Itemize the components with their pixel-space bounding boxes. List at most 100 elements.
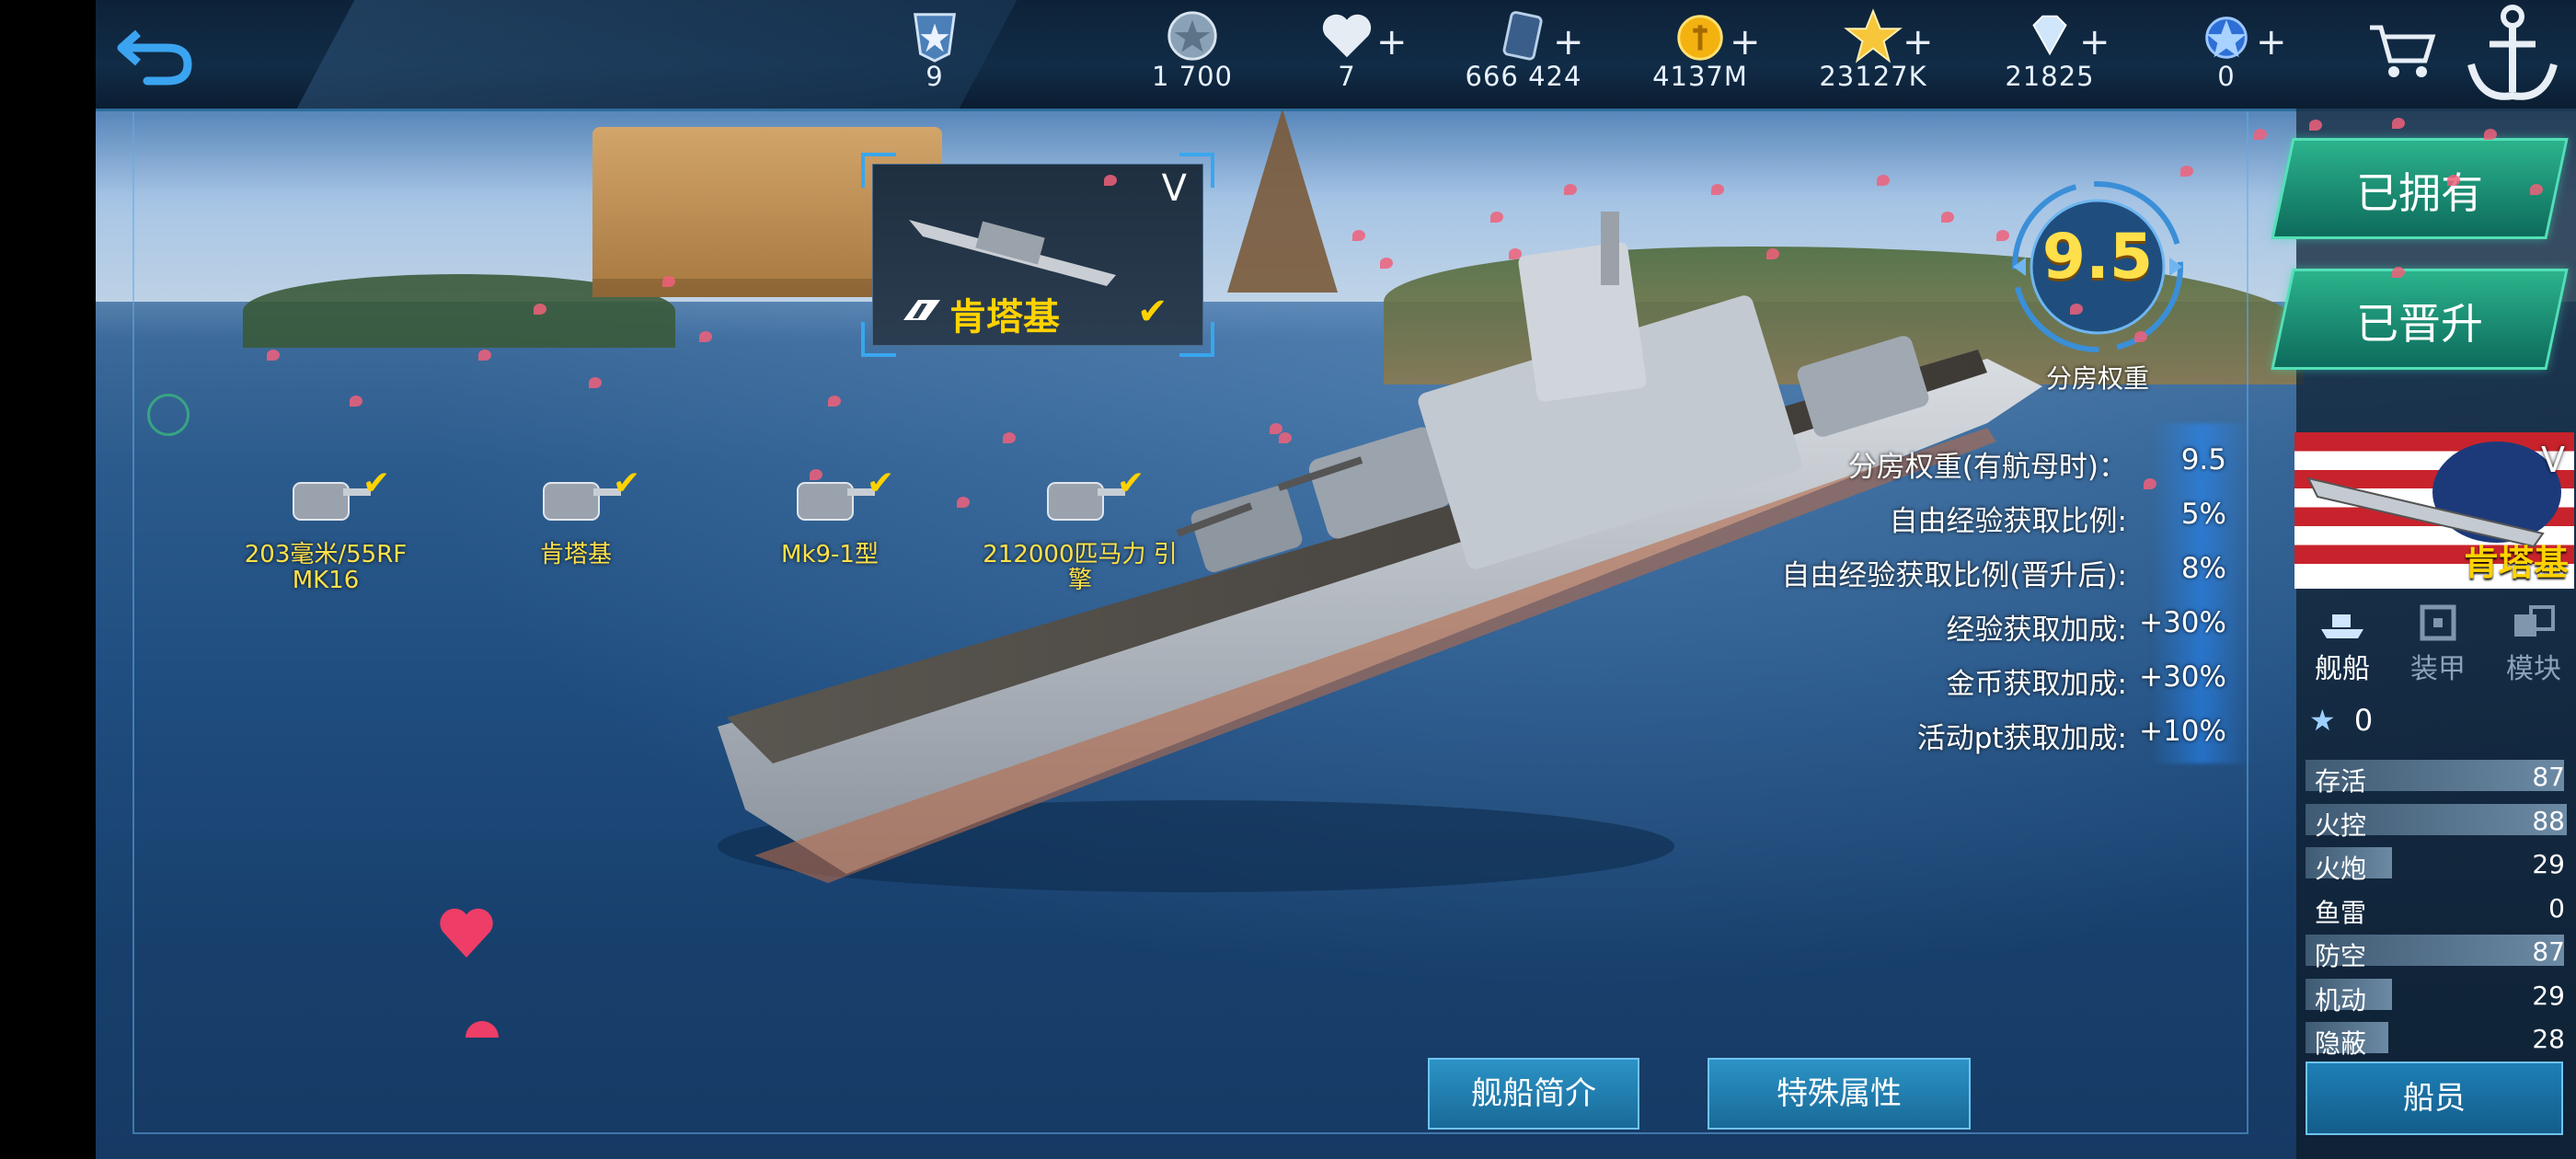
petal-particle (2392, 267, 2405, 278)
gun-equipment[interactable]: ✔ 203毫米/55RF MK16 (224, 465, 427, 593)
ship-intro-button[interactable]: 舰船简介 (1428, 1058, 1639, 1130)
check-icon: ✔ (362, 465, 391, 502)
check-icon: ✔ (867, 465, 895, 502)
plus-icon[interactable]: + (1903, 24, 1934, 61)
resource-silver[interactable]: 1 700 (1119, 4, 1266, 105)
owned-label: 已拥有 (2356, 168, 2483, 218)
resource-hearts[interactable]: 7 + (1273, 4, 1420, 105)
plus-icon[interactable]: + (1376, 24, 1408, 61)
gold-coin-icon (1677, 15, 1723, 61)
stat-label: 经验获取加成: (1946, 614, 2127, 647)
tab-label: 舰船 (2315, 653, 2370, 685)
anchor-menu-icon[interactable] (2462, 0, 2563, 109)
resource-value: 1 700 (1151, 61, 1234, 92)
petal-particle (350, 396, 362, 407)
petal-particle (534, 304, 546, 315)
owned-button[interactable]: 已拥有 (2271, 138, 2569, 239)
back-arrow-icon[interactable] (110, 17, 202, 90)
stat-value: 9.5 (2180, 443, 2226, 476)
hull-equipment[interactable]: ✔ 肯塔基 (475, 465, 677, 568)
equipment-icon (293, 482, 371, 521)
petal-particle (1766, 248, 1779, 259)
heart-decoration (466, 1021, 499, 1038)
stat-value: 8% (2180, 552, 2226, 585)
game-screen: 91 700 7 +666 424 +4137M +23127K +21825 +0 + V … (0, 0, 2576, 1159)
resource-gold[interactable]: 4137M + (1627, 4, 1774, 105)
resource-rank[interactable]: 9 (861, 4, 1008, 105)
attribute-value: 88 (2532, 805, 2565, 836)
attribute-value: 87 (2532, 762, 2565, 792)
equipment-label: 212000匹马力 引擎 (983, 541, 1178, 594)
heart-decoration (440, 908, 493, 958)
attribute-label: 火炮 (2315, 854, 2367, 884)
attribute-label: 防空 (2315, 941, 2367, 971)
attribute-list: 存活 87 火控 88 火炮 29 鱼雷 0 防空 87 机动 29 隐蔽 28 (2306, 754, 2567, 1061)
petal-particle (1270, 423, 1282, 434)
resource-cards[interactable]: 666 424 + (1450, 4, 1597, 105)
petal-particle (1941, 212, 1954, 223)
battleship-class-icon (903, 300, 940, 320)
fire-control-equipment[interactable]: ✔ Mk9-1型 (729, 465, 931, 568)
crew-button[interactable]: 船员 (2306, 1061, 2563, 1135)
attribute-value: 87 (2532, 936, 2565, 967)
resource-badge[interactable]: 0 + (2153, 4, 2300, 105)
weight-value: 9.5 (2041, 221, 2154, 293)
promoted-button[interactable]: 已晋升 (2271, 269, 2569, 370)
ship-icon (2321, 614, 2363, 638)
petal-particle (957, 497, 970, 508)
petal-particle (1279, 432, 1292, 443)
stat-label: 分房权重(有航母时)： (1847, 451, 2127, 484)
stat-value: +30% (2139, 606, 2226, 639)
equipment-label: 203毫米/55RF MK16 (244, 541, 408, 594)
attribute-row: 存活 87 (2306, 754, 2567, 798)
stat-label: 活动pt获取加成: (1916, 722, 2127, 755)
stat-row: 活动pt获取加成: +10% (1748, 709, 2245, 763)
special-attributes-button[interactable]: 特殊属性 (1708, 1058, 1971, 1130)
selected-ship-card[interactable]: V 肯塔基 ✔ (861, 153, 1214, 357)
engine-equipment[interactable]: ✔ 212000匹马力 引擎 (979, 465, 1181, 593)
heart-icon (1322, 14, 1372, 58)
petal-particle (810, 469, 822, 480)
plus-icon[interactable]: + (1553, 24, 1584, 61)
attribute-label: 鱼雷 (2315, 897, 2367, 928)
stat-row: 自由经验获取比例: 5% (1748, 492, 2245, 546)
attribute-row: 鱼雷 0 (2306, 886, 2567, 930)
tab-module[interactable]: 模块 (2488, 596, 2576, 688)
plus-icon[interactable]: + (2256, 24, 2287, 61)
resource-diamonds[interactable]: 21825 + (1976, 4, 2123, 105)
petal-particle (1877, 175, 1890, 186)
shop-cart-icon[interactable] (2364, 17, 2438, 81)
tab-ship[interactable]: 舰船 (2296, 596, 2388, 688)
petal-particle (267, 350, 280, 361)
ship-tier: V (1161, 167, 1187, 210)
portrait-name: 肯塔基 (2463, 543, 2569, 583)
petal-particle (2254, 129, 2267, 140)
ship-portrait[interactable]: V 肯塔基 (2294, 432, 2574, 589)
card-corner (861, 322, 896, 357)
resource-value: 666 424 (1465, 61, 1582, 92)
petal-particle (1380, 258, 1393, 269)
card-corner (861, 153, 896, 188)
petal-particle (1490, 212, 1503, 223)
attribute-row: 火控 88 (2306, 798, 2567, 843)
blue-badge-icon (2205, 17, 2248, 59)
tab-armor[interactable]: 装甲 (2392, 596, 2484, 688)
resource-value: 7 (1338, 61, 1356, 92)
star-icon: ★ (2309, 703, 2336, 738)
petal-particle (1564, 184, 1577, 195)
petal-particle (2484, 129, 2497, 140)
check-icon: ✔ (1137, 291, 1168, 333)
plus-icon[interactable]: + (1730, 24, 1761, 61)
resource-value: 4137M (1652, 61, 1748, 92)
ship-thumbnail (909, 220, 1116, 286)
plus-icon[interactable]: + (2079, 24, 2110, 61)
petal-particle (589, 377, 602, 388)
stat-row: 经验获取加成: +30% (1748, 601, 2245, 655)
attribute-row: 火炮 29 (2306, 842, 2567, 886)
petal-particle (1003, 432, 1016, 443)
diamond-icon (2032, 15, 2067, 56)
attribute-label: 存活 (2315, 766, 2367, 797)
stat-row: 分房权重(有航母时)： 9.5 (1748, 438, 2245, 492)
resource-stars[interactable]: 23127K + (1800, 4, 1947, 105)
petal-particle (1352, 230, 1365, 241)
